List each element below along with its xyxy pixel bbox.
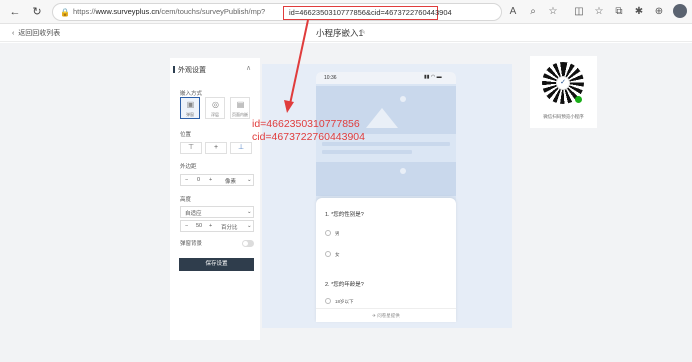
mode-popup-card[interactable]: ▣ 弹窗: [180, 97, 200, 119]
height-mode-select[interactable]: 自适应 ⌄: [180, 206, 254, 218]
split-screen-icon[interactable]: ◫: [572, 5, 586, 19]
question-title: 1. *您的性别是?: [325, 212, 364, 218]
embed-mode-label: 嵌入方式: [180, 91, 203, 97]
qr-caption: 微信扫码预览小程序: [543, 114, 584, 119]
favorites-icon[interactable]: ☆: [592, 5, 606, 19]
chevron-down-icon: ⌄: [247, 177, 252, 183]
mode-inline-card[interactable]: ▤ 页面内嵌: [230, 97, 250, 119]
question-title: 2. *您的年龄是?: [325, 282, 364, 288]
height-stepper[interactable]: − 50 + 百分比 ⌄: [180, 220, 254, 232]
plus-icon[interactable]: +: [209, 177, 212, 183]
survey-popup: 1. *您的性别是? 男 女 2. *您的年龄是? 18岁以下 ✈ 问卷星提供: [316, 198, 456, 322]
minus-icon[interactable]: −: [185, 223, 188, 229]
position-bottom-button[interactable]: ⊥: [230, 142, 252, 154]
page-title: 小程序嵌入1: [316, 28, 364, 38]
position-label: 位置: [180, 132, 192, 138]
zoom-icon[interactable]: ⌕: [526, 5, 540, 19]
annotation-arrow: [284, 19, 309, 113]
radio-option[interactable]: [325, 298, 331, 304]
mode-label: 页面内嵌: [232, 112, 248, 117]
profile-icon[interactable]: ⊕: [652, 5, 666, 19]
mountain-icon: [366, 108, 398, 128]
chevron-down-icon: ⌄: [247, 223, 252, 229]
margin-label: 外边距: [180, 164, 197, 170]
image-placeholder: [316, 162, 456, 196]
margin-value: 0: [197, 177, 201, 183]
collections-icon[interactable]: ⧉: [612, 5, 626, 19]
sun-icon: [400, 168, 406, 174]
url-text: https://www.surveyplus.cn/cem/touchs/sur…: [73, 7, 266, 16]
radio-option[interactable]: [325, 230, 331, 236]
popup-mode-icon: ▣: [186, 100, 195, 109]
plus-icon[interactable]: +: [209, 223, 212, 229]
refresh-icon[interactable]: ↻: [30, 5, 44, 19]
avatar[interactable]: [673, 4, 687, 18]
save-settings-button[interactable]: 保存设置: [179, 258, 254, 271]
margin-stepper[interactable]: − 0 + 像素 ⌄: [180, 174, 254, 186]
url-highlight-text: id=4662350310777856&cid=4673722760443904: [289, 8, 452, 17]
option-label: 18岁以下: [335, 299, 354, 304]
phone-time: 10:36: [324, 75, 337, 81]
signal-icons: ▮▮ ◠ ▬: [424, 74, 442, 80]
placeholder-line: [322, 150, 412, 154]
back-to-list-link[interactable]: ‹ 返回回收列表: [12, 28, 60, 38]
extensions-icon[interactable]: ✱: [632, 5, 646, 19]
height-label: 高度: [180, 197, 192, 203]
mode-label: 浮层: [211, 112, 219, 117]
height-value: 50: [196, 223, 203, 229]
qr-card: ✓ 微信扫码预览小程序: [530, 56, 597, 128]
edit-icon[interactable]: ✎: [360, 28, 366, 36]
survey-footer: ✈ 问卷星提供: [316, 308, 456, 322]
radio-option[interactable]: [325, 251, 331, 257]
height-unit[interactable]: 百分比: [221, 223, 238, 231]
read-aloud-icon[interactable]: A: [506, 5, 520, 19]
inline-mode-icon: ▤: [236, 100, 245, 109]
position-center-button[interactable]: +: [205, 142, 227, 154]
position-top-button[interactable]: ⊤: [180, 142, 202, 154]
option-label: 女: [335, 252, 340, 257]
favorite-star-icon[interactable]: ☆: [546, 5, 560, 19]
height-mode-value: 自适应: [185, 211, 202, 217]
float-mode-icon: ◎: [212, 100, 219, 109]
sun-icon: [400, 96, 406, 102]
bounce-toggle[interactable]: [242, 240, 254, 247]
browser-toolbar: ← ↻ 🔒 https://www.surveyplus.cn/cem/touc…: [0, 0, 692, 24]
option-label: 男: [335, 231, 340, 236]
mode-float-card[interactable]: ◎ 浮层: [205, 97, 225, 119]
wechat-badge-icon: [575, 96, 582, 103]
minus-icon[interactable]: −: [185, 177, 188, 183]
collapse-icon[interactable]: ∧: [246, 64, 251, 72]
page-header: ‹ 返回回收列表 小程序嵌入1 ✎: [0, 24, 692, 42]
mode-label: 弹窗: [186, 112, 194, 117]
margin-unit[interactable]: 像素: [225, 177, 236, 185]
qr-logo-icon: ✓: [556, 76, 570, 90]
lock-icon: 🔒: [60, 8, 70, 17]
chevron-down-icon: ⌄: [247, 209, 252, 215]
phone-status-bar: 10:36 ▮▮ ◠ ▬: [316, 72, 456, 84]
back-arrow-icon[interactable]: ←: [8, 5, 22, 19]
annotation-cid: cid=4673722760443904: [252, 131, 365, 143]
bounce-label: 弹窗背景: [180, 241, 203, 247]
annotation-id: id=4662350310777856: [252, 118, 360, 130]
settings-title: 外观设置: [173, 66, 206, 74]
